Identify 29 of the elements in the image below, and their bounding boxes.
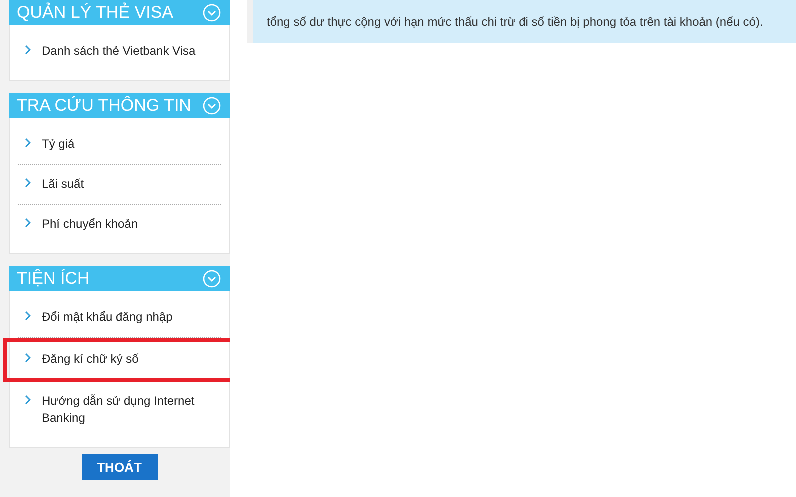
menu-item[interactable]: Danh sách thẻ Vietbank Visa: [18, 32, 221, 71]
logout-button[interactable]: THOÁT: [82, 454, 158, 480]
chevron-right-icon: [25, 178, 31, 188]
chevron-right-icon: [25, 311, 31, 321]
menu-item-label[interactable]: Danh sách thẻ Vietbank Visa: [42, 43, 217, 60]
menu-item-label[interactable]: Lãi suất: [42, 176, 217, 193]
menu-item-label[interactable]: Phí chuyển khoản: [42, 216, 217, 233]
note-text: tổng số dư thực cộng với hạn mức thấu chi trừ đi số tiền bị phong tỏa trên tài khoản (nếu có).: [267, 14, 764, 31]
menu-item[interactable]: Tỷ giá: [18, 125, 221, 165]
menu-item-label[interactable]: Đăng kí chữ ký số: [42, 351, 217, 368]
menu-item[interactable]: Phí chuyển khoản: [18, 205, 221, 244]
menu-item-label[interactable]: Đổi mật khẩu đăng nhập: [42, 309, 217, 326]
chevron-right-icon: [25, 138, 31, 148]
section-title: QUẢN LÝ THẺ VISA: [17, 2, 174, 22]
menu-item-label[interactable]: Hướng dẫn sử dụng Internet Banking: [42, 393, 217, 427]
collapse-chevron-icon[interactable]: [203, 270, 221, 288]
menu-item[interactable]: Hướng dẫn sử dụng Internet Banking: [18, 382, 221, 438]
chevron-right-icon: [25, 353, 31, 363]
menu-item[interactable]: Lãi suất: [18, 165, 221, 205]
menu-item[interactable]: Đổi mật khẩu đăng nhập: [18, 298, 221, 338]
section-title: TRA CỨU THÔNG TIN: [17, 96, 192, 116]
menu-item[interactable]: Đăng kí chữ ký số: [5, 340, 234, 380]
section-title: TIỆN ÍCH: [17, 268, 90, 288]
chevron-right-icon: [25, 45, 31, 55]
menu-item-label[interactable]: Tỷ giá: [42, 136, 217, 153]
collapse-chevron-icon[interactable]: [203, 96, 221, 114]
chevron-right-icon: [25, 218, 31, 228]
collapse-chevron-icon[interactable]: [203, 4, 221, 22]
chevron-right-icon: [25, 395, 31, 405]
